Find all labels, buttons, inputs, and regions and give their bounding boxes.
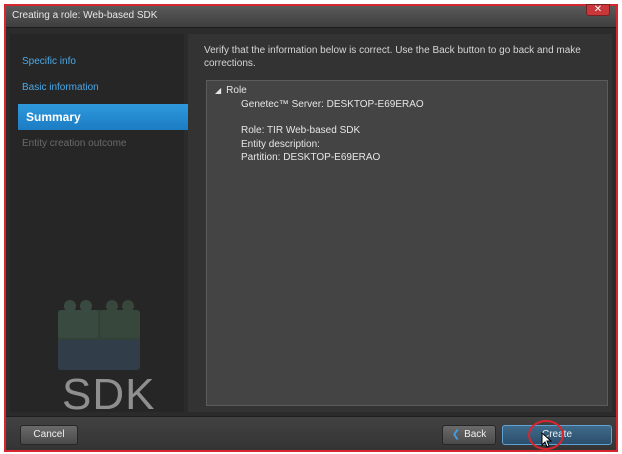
summary-panel: Verify that the information below is cor… — [188, 34, 612, 412]
title-bar: Creating a role: Web-based SDK ✕ — [6, 4, 616, 28]
role-line: Role: TIR Web-based SDK — [241, 125, 361, 136]
window-title: Creating a role: Web-based SDK — [12, 10, 158, 21]
server-line: Genetec™ Server: DESKTOP-E69ERAO — [241, 99, 424, 110]
sdk-logo-text: SDK — [62, 370, 156, 419]
sidebar-item-basic-information[interactable]: Basic information — [22, 82, 99, 93]
mouse-pointer-icon — [541, 432, 553, 448]
chevron-left-icon: ❮ — [451, 429, 461, 440]
wizard-sidebar: Specific info Basic information Summary … — [10, 34, 202, 419]
summary-tree: ◢ Role Genetec™ Server: DESKTOP-E69ERAO R… — [206, 80, 608, 406]
partition-line: Partition: DESKTOP-E69ERAO — [241, 152, 381, 163]
footer-bar: Cancel ❮ Back Create — [6, 416, 616, 450]
close-icon[interactable]: ✕ — [586, 4, 610, 16]
entity-description-line: Entity description: — [241, 139, 320, 150]
sidebar-item-summary[interactable]: Summary — [18, 104, 202, 130]
instruction-text: Verify that the information below is cor… — [204, 45, 581, 69]
tree-node-role[interactable]: ◢ Role — [215, 85, 247, 96]
tree-node-label: Role — [226, 85, 247, 96]
triangle-expanded-icon[interactable]: ◢ — [215, 86, 221, 95]
cancel-button[interactable]: Cancel — [20, 425, 78, 445]
dialog-window: Creating a role: Web-based SDK ✕ Specifi… — [4, 4, 618, 452]
back-button-label: Back — [464, 429, 487, 440]
sidebar-item-entity-creation-outcome: Entity creation outcome — [22, 138, 127, 149]
back-button[interactable]: ❮ Back — [442, 425, 496, 445]
sidebar-item-specific-info[interactable]: Specific info — [22, 56, 76, 67]
